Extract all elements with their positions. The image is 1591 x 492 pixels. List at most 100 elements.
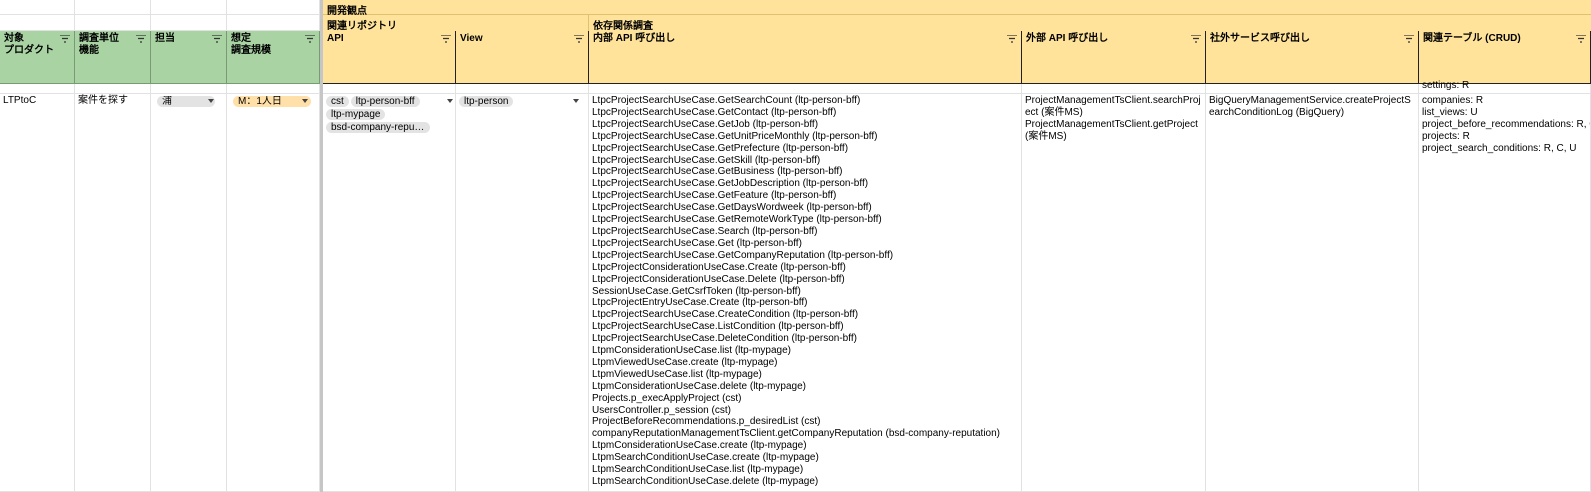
internal-api-call: LtpcProjectSearchUseCase.GetFeature (ltp… [592,190,837,202]
internal-api-call: LtpmConsiderationUseCase.delete (ltp-myp… [592,380,806,392]
chevron-down-icon[interactable] [573,99,579,103]
column-header-survey-unit[interactable]: 調査単位 機能 [75,31,151,84]
related-table-list: companies: R list_views: U project_befor… [1419,94,1590,156]
blank-cell[interactable] [75,84,151,94]
api-chip[interactable]: cst [326,96,349,107]
internal-api-call: LtpmConsiderationUseCase.create (ltp-myp… [592,440,807,452]
cell-view[interactable]: ltp-person [456,94,589,492]
internal-api-call: LtpcProjectSearchUseCase.GetJobDescripti… [592,178,869,190]
column-header-owner[interactable]: 担当 [151,31,227,84]
column-header-label: API [327,33,344,44]
blank-cell[interactable] [1022,84,1206,94]
filter-icon[interactable] [574,35,584,43]
column-header-external-api[interactable]: 外部 API 呼び出し [1022,31,1206,84]
cell-target-product[interactable]: LTPtoC [0,94,75,492]
internal-api-call: ProjectBeforeRecommendations.p_desiredLi… [592,416,821,428]
column-header-label: 外部 API 呼び出し [1026,33,1109,44]
estimate-dropdown-chip[interactable]: M：1人日 [233,96,311,107]
group-header-dependency[interactable]: 依存関係調査 [589,15,1591,32]
internal-api-call: LtpcProjectSearchUseCase.GetRemoteWorkTy… [592,214,882,226]
internal-api-call: LtpcProjectSearchUseCase.Search (ltp-per… [592,225,818,237]
api-chip[interactable]: ltp-person-bff [350,96,420,107]
spreadsheet-grid: 開発観点 関連リポジトリ 依存関係調査 対象 プロダクト 調査単位 機能 担当 … [0,0,1591,492]
internal-api-call: UsersController.p_session (cst) [592,404,731,416]
api-chip[interactable]: ltp-mypage [326,109,386,120]
column-header-label: 関連テーブル (CRUD) [1423,33,1521,44]
internal-api-call: LtpcProjectSearchUseCase.CreateCondition… [592,309,859,321]
filter-icon[interactable] [1007,35,1017,43]
group-header-dev-viewpoint[interactable]: 開発観点 [323,0,1591,17]
column-header-label: 内部 API 呼び出し [593,33,676,44]
internal-api-call: LtpmSearchConditionUseCase.create (ltp-m… [592,452,819,464]
internal-api-call: LtpcProjectConsiderationUseCase.Create (… [592,261,846,273]
column-header-related-table[interactable]: 関連テーブル (CRUD) [1419,31,1591,84]
cell-survey-unit[interactable]: 案件を探す [75,94,151,492]
filter-icon[interactable] [1404,35,1414,43]
blank-cell[interactable] [151,84,227,94]
column-header-internal-api[interactable]: 内部 API 呼び出し [589,31,1022,84]
blank-cell[interactable] [227,15,320,31]
internal-api-call: LtpmViewedUseCase.create (ltp-mypage) [592,356,778,368]
blank-cell[interactable] [0,0,75,15]
filter-icon[interactable] [1576,35,1586,43]
blank-cell[interactable] [151,15,227,31]
internal-api-call: LtpcProjectSearchUseCase.Get (ltp-person… [592,237,802,249]
frozen-column-divider[interactable] [320,0,323,492]
cell-estimate[interactable]: M：1人日 [227,94,320,492]
filter-icon[interactable] [60,35,70,43]
related-table-item: project_search_conditions: R, C, U [1422,142,1577,154]
cell-external-api[interactable]: ProjectManagementTsClient.searchProject … [1022,94,1206,492]
column-header-estimate[interactable]: 想定 調査規模 [227,31,320,84]
view-chip[interactable]: ltp-person [459,96,514,107]
column-header-external-service[interactable]: 社外サービス呼び出し [1206,31,1419,84]
cell-internal-api[interactable]: LtpcProjectSearchUseCase.GetSearchCount … [589,94,1022,492]
related-tables-cut-text: settings: R [1422,80,1470,91]
internal-api-call: LtpcProjectSearchUseCase.GetSkill (ltp-p… [592,154,821,166]
internal-api-call: LtpcProjectSearchUseCase.ListCondition (… [592,321,844,333]
filter-icon[interactable] [1191,35,1201,43]
column-header-label: View [460,33,483,44]
blank-cell[interactable] [323,84,456,94]
external-service-text: BigQueryManagementService.createProjectS… [1209,95,1411,118]
filter-icon[interactable] [305,35,315,43]
owner-dropdown-chip[interactable]: 浦 [157,96,215,107]
filter-icon[interactable] [212,35,222,43]
column-header-api[interactable]: API [323,31,456,84]
internal-api-call: LtpcProjectSearchUseCase.GetBusiness (lt… [592,166,843,178]
group-header-related-repo[interactable]: 関連リポジトリ [323,15,589,32]
blank-cell[interactable] [151,0,227,15]
internal-api-call: LtpmSearchConditionUseCase.delete (ltp-m… [592,476,819,487]
blank-cell[interactable] [75,15,151,31]
blank-cell[interactable] [1206,84,1419,94]
blank-cell[interactable] [0,84,75,94]
internal-api-call: SessionUseCase.GetCsrfToken (ltp-person-… [592,285,801,297]
column-header-target-product[interactable]: 対象 プロダクト [0,31,75,84]
blank-cell[interactable] [227,0,320,15]
cell-external-service[interactable]: BigQueryManagementService.createProjectS… [1206,94,1419,492]
column-header-label: 調査単位 機能 [79,33,119,56]
cell-text: LTPtoC [3,95,37,106]
internal-api-call: LtpmConsiderationUseCase.list (ltp-mypag… [592,345,791,357]
column-header-view[interactable]: View [456,31,589,84]
blank-cell[interactable] [589,84,1022,94]
api-chip[interactable]: bsd-company-reput… [326,122,430,133]
internal-api-call: LtpcProjectSearchUseCase.GetUnitPriceMon… [592,130,878,142]
cell-related-table[interactable]: companies: R list_views: U project_befor… [1419,94,1591,492]
cell-owner[interactable]: 浦 [151,94,227,492]
blank-cell[interactable] [456,84,589,94]
blank-cell[interactable] [0,15,75,31]
chevron-down-icon[interactable] [208,99,214,103]
chevron-down-icon[interactable] [302,99,308,103]
column-header-label: 担当 [155,33,175,44]
related-table-item: companies: R [1422,95,1484,106]
blank-cell[interactable] [227,84,320,94]
internal-api-call: LtpmViewedUseCase.list (ltp-mypage) [592,368,762,380]
internal-api-list: LtpcProjectSearchUseCase.GetSearchCount … [589,94,1021,489]
blank-cell[interactable] [75,0,151,15]
filter-icon[interactable] [441,35,451,43]
cell-api[interactable]: cst ltp-person-bff ltp-mypage bsd-company… [323,94,456,492]
internal-api-call: LtpcProjectSearchUseCase.GetDaysWordweek… [592,202,872,214]
chevron-down-icon[interactable] [447,99,453,103]
filter-icon[interactable] [136,35,146,43]
internal-api-call: LtpcProjectSearchUseCase.GetContact (ltp… [592,106,837,118]
